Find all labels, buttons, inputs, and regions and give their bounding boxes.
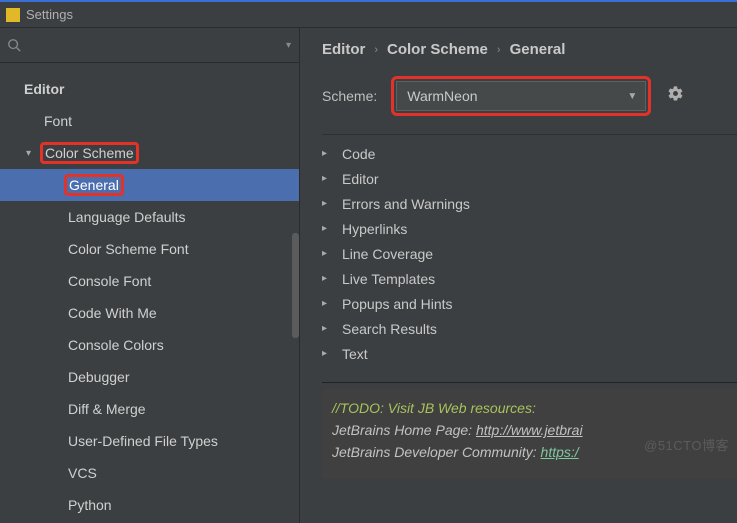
chevron-right-icon: ▸ — [322, 148, 332, 159]
titlebar: Settings — [0, 0, 737, 28]
chevron-down-icon: ▼ — [627, 91, 637, 102]
tree-item-code-with-me[interactable]: Code With Me — [0, 297, 299, 329]
annotation-highlight: General — [64, 174, 124, 196]
watermark: @51CTO博客 — [644, 435, 729, 457]
category-list: ▸Code ▸Editor ▸Errors and Warnings ▸Hype… — [300, 135, 737, 366]
chevron-right-icon: ▸ — [322, 223, 332, 234]
annotation-highlight: WarmNeon ▼ — [391, 76, 651, 116]
breadcrumb-item: General — [510, 41, 566, 58]
gear-icon[interactable] — [667, 85, 684, 107]
app-icon — [6, 8, 20, 22]
chevron-right-icon: ▸ — [322, 173, 332, 184]
preview-link: https:/ — [541, 444, 579, 460]
tree-header-editor[interactable]: Editor — [0, 73, 299, 105]
preview-todo-line: //TODO: Visit JB Web resources: — [332, 397, 727, 419]
scheme-label: Scheme: — [322, 88, 377, 104]
cat-text[interactable]: ▸Text — [322, 341, 737, 366]
window-title: Settings — [26, 7, 73, 22]
scheme-row: Scheme: WarmNeon ▼ — [300, 76, 737, 134]
body: ▾ Editor Font ▾ Color Scheme General Lan… — [0, 28, 737, 523]
scheme-value: WarmNeon — [407, 88, 477, 104]
search-input[interactable] — [24, 35, 286, 55]
cat-editor[interactable]: ▸Editor — [322, 166, 737, 191]
cat-code[interactable]: ▸Code — [322, 141, 737, 166]
chevron-right-icon: ▸ — [322, 198, 332, 209]
cat-hyperlinks[interactable]: ▸Hyperlinks — [322, 216, 737, 241]
cat-live-templates[interactable]: ▸Live Templates — [322, 266, 737, 291]
main-panel: Editor › Color Scheme › General Scheme: … — [300, 28, 737, 523]
tree-item-color-scheme-font[interactable]: Color Scheme Font — [0, 233, 299, 265]
tree-item-console-colors[interactable]: Console Colors — [0, 329, 299, 361]
breadcrumb-item[interactable]: Editor — [322, 41, 365, 58]
cat-errors-warnings[interactable]: ▸Errors and Warnings — [322, 191, 737, 216]
chevron-down-icon[interactable]: ▾ — [286, 40, 291, 51]
scheme-select[interactable]: WarmNeon ▼ — [396, 81, 646, 111]
tree-item-vcs[interactable]: VCS — [0, 457, 299, 489]
tree-item-language-defaults[interactable]: Language Defaults — [0, 201, 299, 233]
chevron-right-icon: › — [374, 44, 378, 56]
chevron-right-icon: ▸ — [322, 273, 332, 284]
chevron-right-icon: ▸ — [322, 248, 332, 259]
tree-item-console-font[interactable]: Console Font — [0, 265, 299, 297]
settings-tree: Editor Font ▾ Color Scheme General Langu… — [0, 63, 299, 521]
chevron-down-icon: ▾ — [26, 148, 40, 159]
sidebar-scrollbar[interactable] — [292, 233, 299, 338]
breadcrumb: Editor › Color Scheme › General — [300, 28, 737, 76]
chevron-right-icon: ▸ — [322, 323, 332, 334]
preview-link: http://www.jetbrai — [476, 422, 583, 438]
tree-item-python[interactable]: Python — [0, 489, 299, 521]
chevron-right-icon: ▸ — [322, 298, 332, 309]
search-wrap: ▾ — [0, 28, 299, 63]
tree-item-color-scheme[interactable]: ▾ Color Scheme — [0, 137, 299, 169]
search-icon — [6, 37, 22, 53]
cat-line-coverage[interactable]: ▸Line Coverage — [322, 241, 737, 266]
tree-item-user-defined-file-types[interactable]: User-Defined File Types — [0, 425, 299, 457]
cat-search-results[interactable]: ▸Search Results — [322, 316, 737, 341]
tree-item-general[interactable]: General — [0, 169, 299, 201]
sidebar: ▾ Editor Font ▾ Color Scheme General Lan… — [0, 28, 300, 523]
annotation-highlight: Color Scheme — [40, 142, 139, 164]
tree-item-diff-merge[interactable]: Diff & Merge — [0, 393, 299, 425]
tree-item-debugger[interactable]: Debugger — [0, 361, 299, 393]
chevron-right-icon: ▸ — [322, 348, 332, 359]
tree-item-font[interactable]: Font — [0, 105, 299, 137]
breadcrumb-item[interactable]: Color Scheme — [387, 41, 488, 58]
divider — [322, 382, 737, 383]
chevron-right-icon: › — [497, 44, 501, 56]
cat-popups-hints[interactable]: ▸Popups and Hints — [322, 291, 737, 316]
preview-panel: //TODO: Visit JB Web resources: JetBrain… — [322, 389, 737, 479]
